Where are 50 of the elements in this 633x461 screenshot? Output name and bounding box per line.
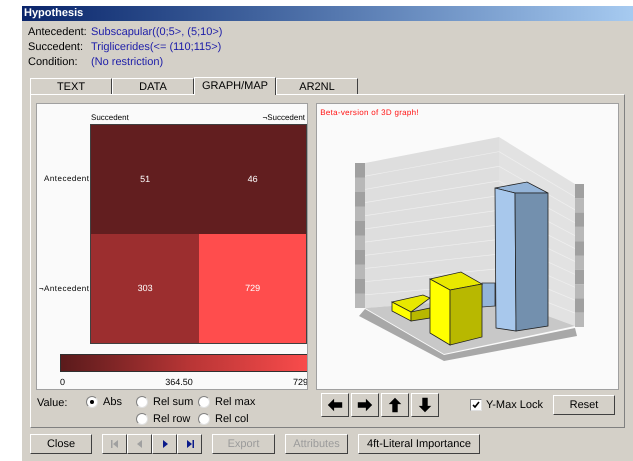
column-label: ¬Succedent xyxy=(262,112,305,124)
tab[interactable]: DATA xyxy=(112,78,194,94)
radio-button[interactable] xyxy=(136,413,148,425)
field-label: Antecedent: xyxy=(28,26,88,39)
tab[interactable]: TEXT xyxy=(30,78,112,94)
left-arrow-button[interactable] xyxy=(321,393,349,417)
row-label: ¬Antecedent xyxy=(38,283,90,295)
field-label: Condition: xyxy=(28,56,79,69)
field-label: Succedent: xyxy=(28,41,84,54)
field-value: Subscapular((0;5>, (5;10>) xyxy=(91,26,222,39)
heatmap-cell: 46 xyxy=(198,125,306,234)
tab[interactable]: AR2NL xyxy=(276,78,358,94)
last-record-button[interactable] xyxy=(177,434,202,454)
scale-tick-label: 364.50 xyxy=(165,376,193,389)
scale-tick-label: 729 xyxy=(292,376,308,389)
column-label: Succedent xyxy=(91,112,129,124)
down-arrow-icon xyxy=(416,396,434,414)
skip-back-icon xyxy=(108,438,120,450)
field-value: Triglicerides(<= (110;115>) xyxy=(91,41,222,54)
right-arrow-button[interactable] xyxy=(351,393,379,417)
field-value: (No restriction) xyxy=(91,56,164,69)
radio-label: Rel max xyxy=(215,394,256,410)
checkbox[interactable] xyxy=(470,399,482,411)
radio-button[interactable] xyxy=(86,396,98,408)
radio-button[interactable] xyxy=(136,396,148,408)
reset-button[interactable]: Reset xyxy=(553,395,615,415)
up-arrow-button[interactable] xyxy=(381,393,409,417)
scale-tick-label: 0 xyxy=(60,376,66,389)
heatmap-cell: 51 xyxy=(91,125,199,234)
row-label: Antecedent xyxy=(42,173,90,185)
radio-button[interactable] xyxy=(198,413,210,425)
checkbox-label: Y-Max Lock xyxy=(486,398,543,413)
window-title: Hypothesis xyxy=(22,6,633,21)
right-arrow-icon xyxy=(356,396,374,414)
radio-label: Rel col xyxy=(215,412,249,427)
radio-label: Rel row xyxy=(153,412,190,427)
radio-label: Rel sum xyxy=(153,394,194,410)
beta-note: Beta-version of 3D graph! xyxy=(320,107,419,119)
next-record-button[interactable] xyxy=(152,434,177,454)
heatmap-cell: 303 xyxy=(91,234,199,343)
heatmap-cell: 729 xyxy=(198,234,306,343)
radio-label: Abs xyxy=(103,394,122,410)
value-label: Value: xyxy=(36,396,68,411)
tab[interactable]: GRAPH/MAP xyxy=(194,77,276,95)
left-arrow-icon xyxy=(326,396,344,414)
close-button[interactable]: Close xyxy=(30,434,92,454)
down-arrow-button[interactable] xyxy=(411,393,439,417)
action-button[interactable]: 4ft-Literal Importance xyxy=(358,434,480,454)
radio-button[interactable] xyxy=(198,396,210,408)
up-arrow-icon xyxy=(386,396,404,414)
